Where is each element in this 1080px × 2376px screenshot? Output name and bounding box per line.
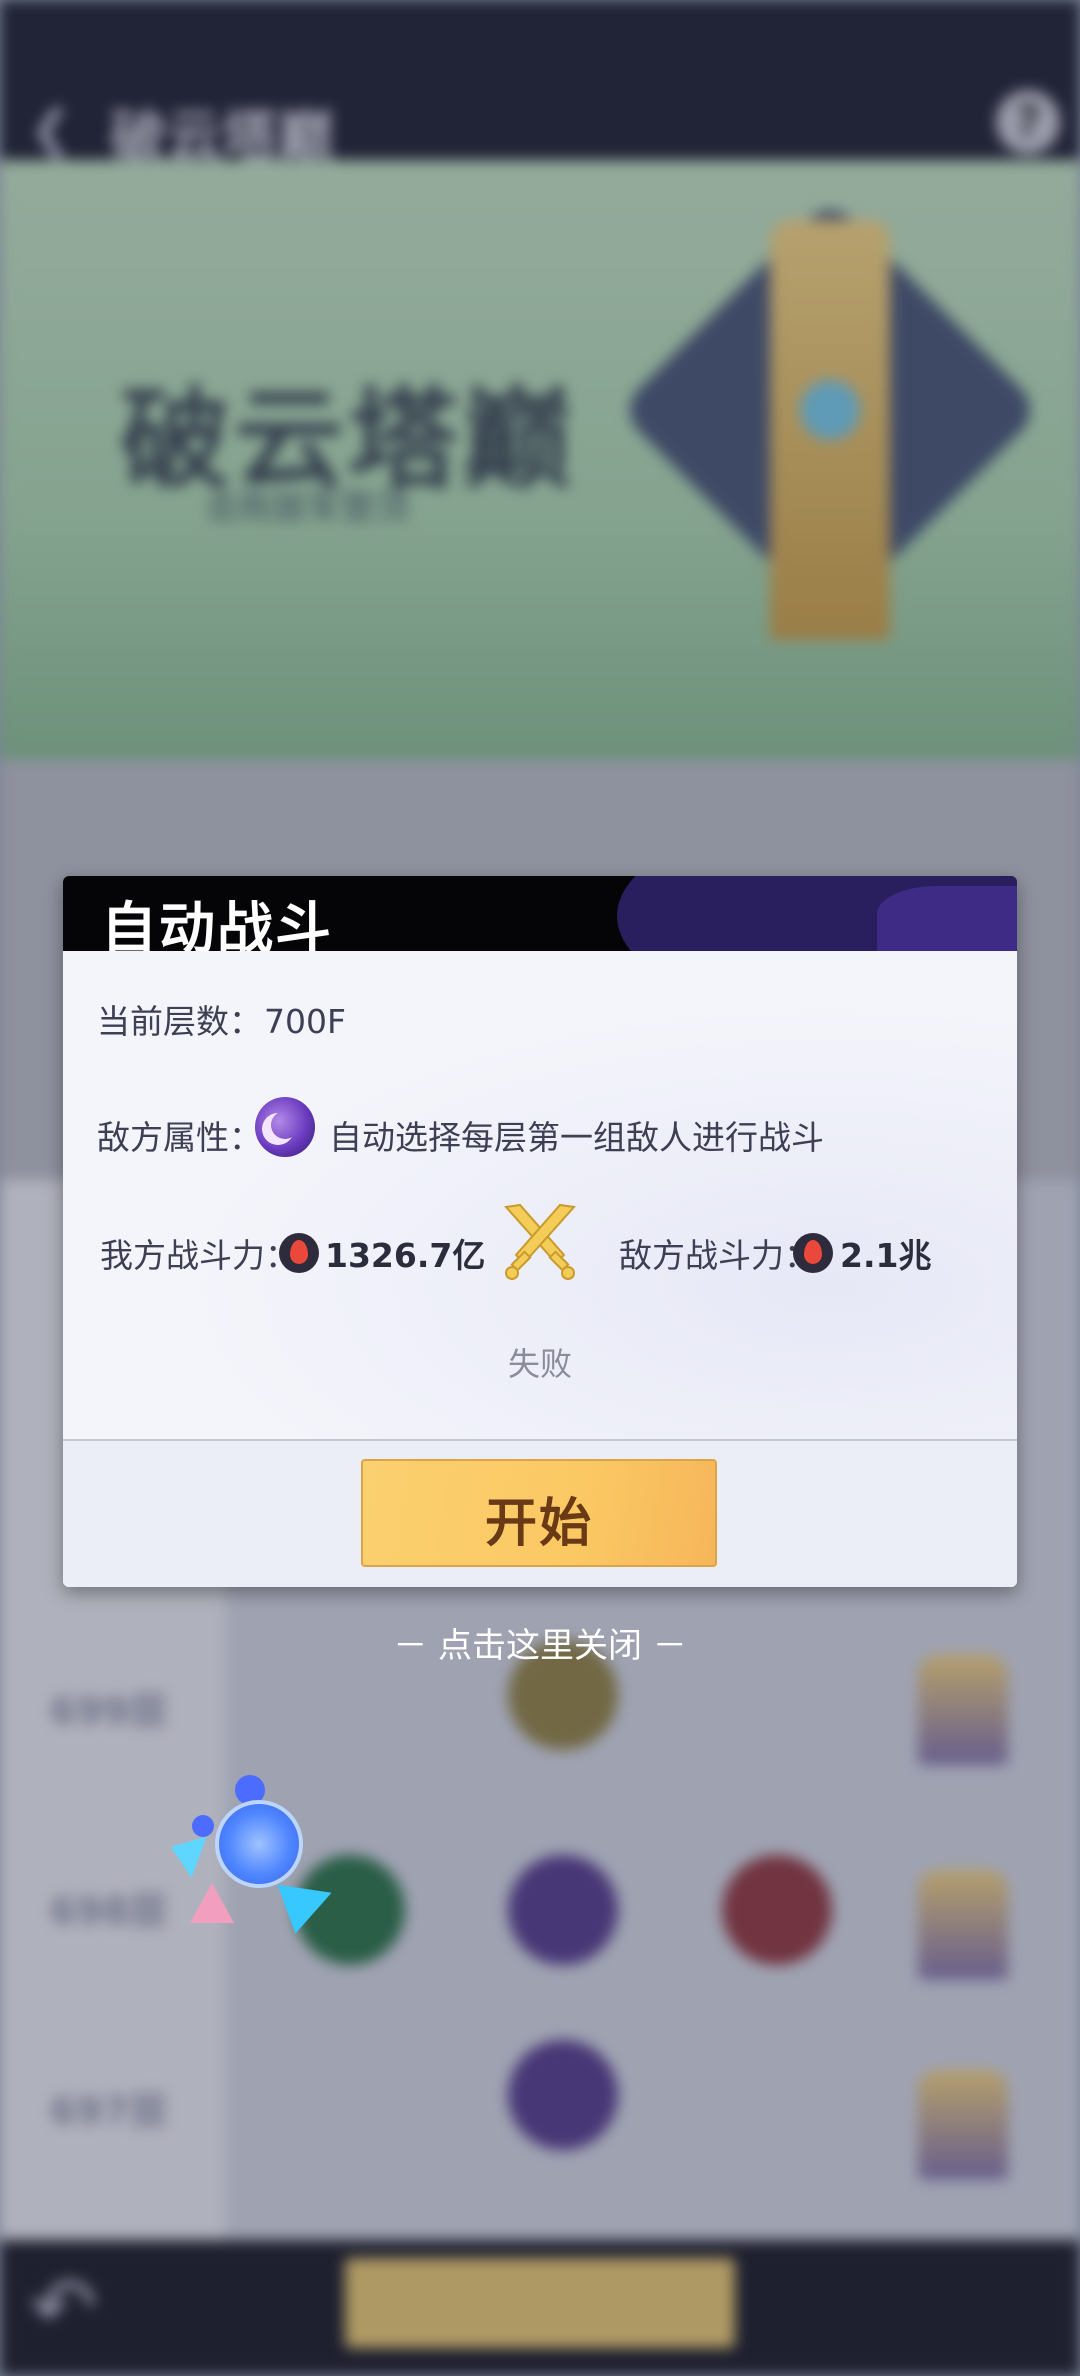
enemy-attribute-text: 自动选择每层第一组敌人进行战斗 (329, 1118, 824, 1157)
enemy-attribute-label: 敌方属性： (97, 1118, 262, 1157)
auto-battle-dialog: 自动战斗 当前层数：700F 敌方属性： 自动选择每层第一组敌人进行战斗 我方战… (63, 876, 1017, 1587)
close-hint[interactable]: － 点击这里关闭 － (0, 1618, 1080, 1667)
my-power-value: 1326.7亿 (325, 1236, 486, 1275)
enemy-power-label: 敌方战斗力： (619, 1236, 817, 1275)
crossed-swords-icon (504, 1203, 576, 1280)
fire-icon (793, 1233, 833, 1273)
start-button[interactable]: 开始 (361, 1459, 717, 1567)
fire-icon (279, 1233, 319, 1273)
current-floor-label: 当前层数： (97, 1002, 262, 1041)
start-button-label: 开始 (484, 1494, 593, 1554)
battle-result: 失败 (507, 1345, 572, 1383)
assist-ring-icon (215, 1800, 303, 1888)
dialog-title: 自动战斗 (101, 897, 333, 951)
moon-icon (255, 1097, 315, 1157)
current-floor-value: 700F (264, 1002, 346, 1041)
dialog-footer: 开始 (63, 1441, 1017, 1587)
floating-assist-button[interactable] (163, 1775, 341, 1935)
my-power-label: 我方战斗力： (100, 1236, 298, 1275)
enemy-power-value: 2.1兆 (840, 1236, 932, 1275)
dialog-body: 当前层数：700F 敌方属性： 自动选择每层第一组敌人进行战斗 我方战斗力： 1… (63, 951, 1017, 1511)
dialog-header: 自动战斗 (63, 876, 1017, 951)
current-floor: 当前层数：700F (97, 995, 346, 1043)
